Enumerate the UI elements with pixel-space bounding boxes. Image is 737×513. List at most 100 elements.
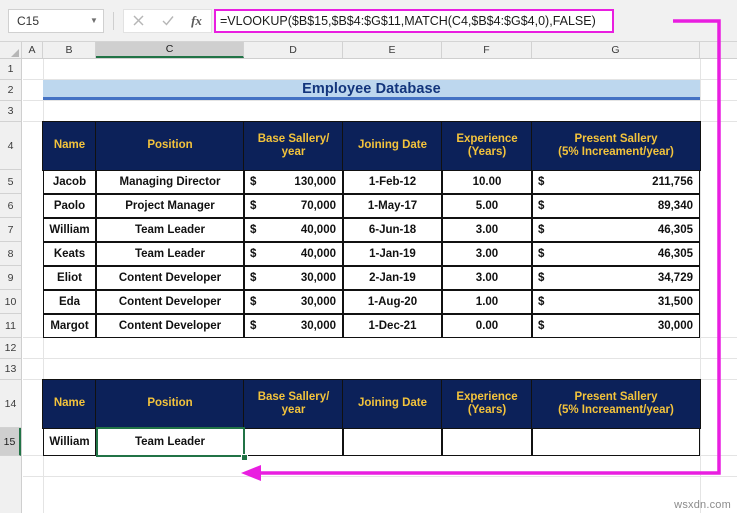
header-name[interactable]: Name (42, 121, 97, 171)
table-row-cell-position[interactable]: Managing Director (96, 170, 244, 194)
table-row-cell-present-sallery[interactable]: $ 30,000 (532, 314, 700, 338)
column-header-G[interactable]: G (532, 42, 700, 58)
column-header-D[interactable]: D (244, 42, 343, 58)
table-row-cell-position[interactable]: Project Manager (96, 194, 244, 218)
table-row-cell-name[interactable]: Margot (43, 314, 96, 338)
chevron-down-icon[interactable]: ▼ (85, 16, 103, 25)
row-header-12[interactable]: 12 (0, 338, 21, 359)
row-header-5[interactable]: 5 (0, 170, 21, 194)
check-icon[interactable] (153, 10, 182, 32)
lookup-header-experience[interactable]: Experience (Years) (441, 379, 533, 429)
row-header-15[interactable]: 15 (0, 428, 21, 456)
table-row-cell-experience[interactable]: 1.00 (442, 290, 532, 314)
header-present-sallery[interactable]: Present Sallery (5% Increament/year) (531, 121, 701, 171)
table-row-cell-name[interactable]: William (43, 218, 96, 242)
table-row-cell-joining-date[interactable]: 1-Feb-12 (343, 170, 442, 194)
column-header-A[interactable]: A (22, 42, 43, 58)
header-base-sallery[interactable]: Base Sallery/ year (243, 121, 344, 171)
row-header-3[interactable]: 3 (0, 101, 21, 122)
table-row-cell-joining-date[interactable]: 1-Jan-19 (343, 242, 442, 266)
table-row-cell-base-sallery[interactable]: $ 30,000 (244, 266, 343, 290)
corner-triangle-icon (11, 49, 19, 57)
fx-icon[interactable]: fx (182, 10, 211, 32)
table-row-cell-base-sallery[interactable]: $ 30,000 (244, 290, 343, 314)
column-header-F[interactable]: F (442, 42, 532, 58)
table-row-cell-position[interactable]: Content Developer (96, 266, 244, 290)
table-row-cell-base-sallery[interactable]: $ 130,000 (244, 170, 343, 194)
table-row-cell-experience[interactable]: 0.00 (442, 314, 532, 338)
lookup-cell-position[interactable]: Team Leader (96, 428, 244, 456)
row-header-14[interactable]: 14 (0, 380, 21, 428)
sheet-title-cell[interactable]: Employee Database (43, 80, 700, 100)
table-row-cell-experience[interactable]: 3.00 (442, 242, 532, 266)
table-row-cell-joining-date[interactable]: 1-Aug-20 (343, 290, 442, 314)
column-header-H[interactable] (700, 42, 737, 58)
lookup-cell-present-sallery[interactable] (532, 428, 700, 456)
lookup-header-experience-line2: (Years) (467, 404, 507, 416)
row-header-6[interactable]: 6 (0, 194, 21, 218)
table-row-cell-name[interactable]: Eda (43, 290, 96, 314)
table-row-cell-experience[interactable]: 3.00 (442, 218, 532, 242)
formula-input[interactable]: =VLOOKUP($B$15,$B$4:$G$11,MATCH(C4,$B$4:… (214, 8, 614, 33)
table-row-cell-base-sallery[interactable]: $ 40,000 (244, 242, 343, 266)
table-row-cell-name[interactable]: Jacob (43, 170, 96, 194)
table-row-cell-position[interactable]: Content Developer (96, 290, 244, 314)
table-row-cell-position[interactable]: Team Leader (96, 242, 244, 266)
table-row-cell-present-sallery[interactable]: $ 46,305 (532, 242, 700, 266)
header-position[interactable]: Position (95, 121, 245, 171)
table-row-cell-present-sallery[interactable]: $ 34,729 (532, 266, 700, 290)
header-joining-date[interactable]: Joining Date (342, 121, 443, 171)
row-header-16[interactable] (0, 456, 21, 477)
row-header-9[interactable]: 9 (0, 266, 21, 290)
row-header-8[interactable]: 8 (0, 242, 21, 266)
table-row-cell-joining-date[interactable]: 1-Dec-21 (343, 314, 442, 338)
header-experience[interactable]: Experience (Years) (441, 121, 533, 171)
table-row-cell-experience[interactable]: 3.00 (442, 266, 532, 290)
table-row-cell-joining-date[interactable]: 2-Jan-19 (343, 266, 442, 290)
table-row-cell-present-sallery[interactable]: $ 211,756 (532, 170, 700, 194)
lookup-cell-name[interactable]: William (43, 428, 96, 456)
select-all-corner[interactable] (0, 42, 22, 58)
table-row-cell-name[interactable]: Eliot (43, 266, 96, 290)
column-header-B[interactable]: B (43, 42, 96, 58)
table-row-cell-name[interactable]: Paolo (43, 194, 96, 218)
table-row-cell-base-sallery[interactable]: $ 30,000 (244, 314, 343, 338)
lookup-header-base-sallery[interactable]: Base Sallery/ year (243, 379, 344, 429)
table-row-cell-base-sallery[interactable]: $ 70,000 (244, 194, 343, 218)
table-row-cell-experience[interactable]: 10.00 (442, 170, 532, 194)
lookup-header-present-sallery[interactable]: Present Sallery (5% Increament/year) (531, 379, 701, 429)
column-header-E[interactable]: E (343, 42, 442, 58)
lookup-header-joining-date[interactable]: Joining Date (342, 379, 443, 429)
lookup-cell-base-sallery[interactable] (244, 428, 343, 456)
table-row-cell-present-sallery[interactable]: $ 31,500 (532, 290, 700, 314)
table-row-cell-present-sallery[interactable]: $ 46,305 (532, 218, 700, 242)
row-header-7[interactable]: 7 (0, 218, 21, 242)
table-row-cell-joining-date[interactable]: 6-Jun-18 (343, 218, 442, 242)
table-row-cell-present-sallery[interactable]: $ 89,340 (532, 194, 700, 218)
table-row-cell-name[interactable]: Keats (43, 242, 96, 266)
currency-symbol: $ (538, 248, 545, 260)
lookup-header-position[interactable]: Position (95, 379, 245, 429)
table-row-cell-experience[interactable]: 5.00 (442, 194, 532, 218)
row-header-1[interactable]: 1 (0, 59, 21, 80)
lookup-header-name[interactable]: Name (42, 379, 97, 429)
row-header-4[interactable]: 4 (0, 122, 21, 170)
table-row-cell-position[interactable]: Team Leader (96, 218, 244, 242)
column-header-C[interactable]: C (96, 42, 244, 58)
amount: 30,000 (300, 272, 336, 284)
name-box-value: C15 (17, 13, 40, 28)
table-row-cell-joining-date[interactable]: 1-May-17 (343, 194, 442, 218)
lookup-cell-experience[interactable] (442, 428, 532, 456)
fill-handle[interactable] (241, 454, 248, 461)
row-header-2[interactable]: 2 (0, 80, 21, 101)
row-header-13[interactable]: 13 (0, 359, 21, 380)
row-header-10[interactable]: 10 (0, 290, 21, 314)
table-row-cell-position[interactable]: Content Developer (96, 314, 244, 338)
name-box[interactable]: C15 ▼ (8, 8, 104, 33)
lookup-cell-joining-date[interactable] (343, 428, 442, 456)
amount: 31,500 (657, 296, 693, 308)
amount: 40,000 (300, 248, 336, 260)
table-row-cell-base-sallery[interactable]: $ 40,000 (244, 218, 343, 242)
row-header-11[interactable]: 11 (0, 314, 21, 338)
close-icon[interactable] (124, 10, 153, 32)
